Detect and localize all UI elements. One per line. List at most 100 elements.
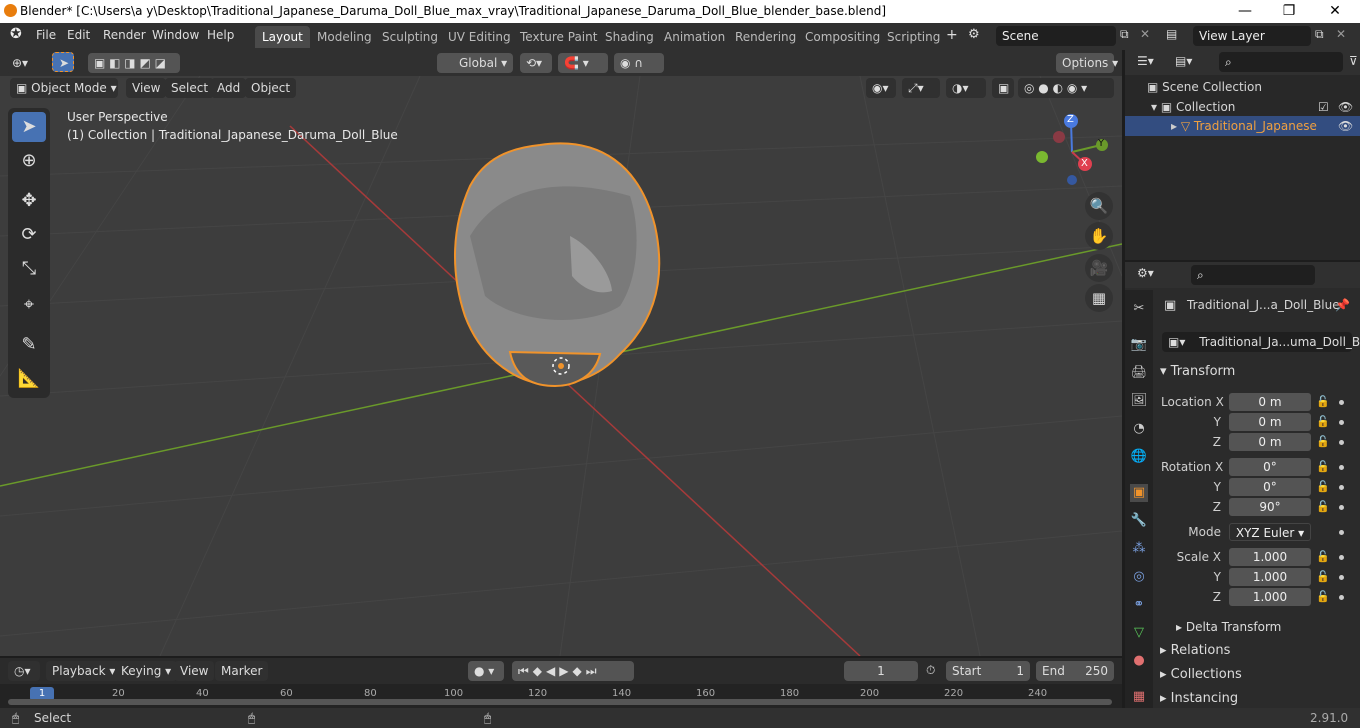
delta-transform-section[interactable]: ▸ Delta Transform bbox=[1176, 620, 1281, 634]
render-tab-icon[interactable]: 📷 bbox=[1130, 336, 1148, 354]
end-frame-field[interactable]: End 250 bbox=[1036, 661, 1114, 681]
rotation-x-field[interactable]: 0° bbox=[1229, 458, 1311, 476]
select-tool-icon[interactable]: ➤ bbox=[12, 112, 46, 142]
playback-controls-icons[interactable]: ⏮◆◀▶◆⏭ bbox=[512, 661, 634, 681]
lock-icon[interactable]: 🔓 bbox=[1316, 415, 1330, 428]
modifier-tab-icon[interactable]: 🔧 bbox=[1130, 512, 1148, 530]
rotate-tool-icon[interactable]: ⟳ bbox=[12, 220, 46, 250]
zoom-icon[interactable]: 🔍 bbox=[1085, 192, 1113, 220]
new-view-layer-icon[interactable]: ⧉ bbox=[1315, 27, 1324, 42]
remove-view-layer-icon[interactable]: ✕ bbox=[1336, 27, 1346, 41]
selection-mode-icons[interactable]: ▣ ◧ ◨ ◩ ◪ bbox=[88, 53, 180, 73]
timeline-editor-icon[interactable]: ◷▾ bbox=[8, 661, 40, 681]
tab-scripting[interactable]: Scripting bbox=[880, 26, 947, 48]
rotation-mode-dropdown[interactable]: XYZ Euler ▾ bbox=[1229, 523, 1311, 541]
remove-scene-icon[interactable]: ✕ bbox=[1140, 27, 1150, 41]
outliner-row-object[interactable]: ▸ ▽ Traditional_Japanese 👁 bbox=[1125, 116, 1360, 136]
3d-viewport[interactable]: User Perspective (1) Collection | Tradit… bbox=[0, 76, 1122, 656]
object-mode-dropdown[interactable]: ▣ Object Mode ▾ bbox=[10, 78, 118, 98]
object-tab-icon[interactable]: ▣ bbox=[1130, 484, 1148, 502]
menu-render[interactable]: Render bbox=[103, 28, 146, 42]
lock-icon[interactable]: 🔓 bbox=[1316, 395, 1330, 408]
properties-search-input[interactable]: ⌕ bbox=[1191, 265, 1315, 285]
xray-icon[interactable]: ▣ bbox=[992, 78, 1014, 98]
tab-uv-editing[interactable]: UV Editing bbox=[441, 26, 518, 48]
tab-compositing[interactable]: Compositing bbox=[798, 26, 887, 48]
scale-x-field[interactable]: 1.000 bbox=[1229, 548, 1311, 566]
properties-editor-icon[interactable]: ⚙▾ bbox=[1137, 266, 1154, 280]
material-tab-icon[interactable]: ● bbox=[1130, 652, 1148, 670]
move-tool-icon[interactable]: ✥ bbox=[12, 186, 46, 216]
scene-icon[interactable]: ⚙ bbox=[968, 27, 980, 42]
overlay-toggle-icon[interactable]: ◑▾ bbox=[946, 78, 986, 98]
minimize-button[interactable]: — bbox=[1222, 0, 1268, 23]
annotate-tool-icon[interactable]: ✎ bbox=[12, 330, 46, 360]
relations-section[interactable]: ▸ Relations bbox=[1160, 643, 1230, 658]
measure-tool-icon[interactable]: 📐 bbox=[12, 364, 46, 394]
scene-tab-icon[interactable]: ◔ bbox=[1130, 420, 1148, 438]
snap-icon[interactable]: 🧲 ▾ bbox=[558, 53, 608, 73]
outliner-row-collection[interactable]: ▾ ▣ Collection ☑ 👁 bbox=[1125, 97, 1360, 117]
rotation-y-field[interactable]: 0° bbox=[1229, 478, 1311, 496]
transform-tool-icon[interactable]: ⌖ bbox=[12, 290, 46, 320]
constraints-tab-icon[interactable]: ⚭ bbox=[1130, 596, 1148, 614]
tab-sculpting[interactable]: Sculpting bbox=[375, 26, 445, 48]
lock-icon[interactable]: 🔓 bbox=[1316, 460, 1330, 473]
view-layer-icon[interactable]: ▤ bbox=[1166, 27, 1177, 41]
record-icon[interactable]: ● ▾ bbox=[468, 661, 504, 681]
view-layer-field[interactable]: View Layer bbox=[1193, 26, 1311, 46]
menu-keying[interactable]: Keying ▾ bbox=[115, 661, 178, 681]
menu-edit[interactable]: Edit bbox=[67, 28, 90, 42]
rotation-z-field[interactable]: 90° bbox=[1229, 498, 1311, 516]
object-datablock-field[interactable]: ▣▾ Traditional_Ja...uma_Doll_Blue bbox=[1162, 332, 1360, 352]
lock-icon[interactable]: 🔓 bbox=[1316, 500, 1330, 513]
texture-tab-icon[interactable]: ▦ bbox=[1130, 688, 1148, 706]
tool-tab-icon[interactable]: ✂ bbox=[1130, 300, 1148, 318]
new-scene-icon[interactable]: ⧉ bbox=[1120, 27, 1129, 42]
menu-file[interactable]: File bbox=[36, 28, 56, 42]
pin-icon[interactable]: 📌 bbox=[1335, 298, 1350, 312]
lock-icon[interactable]: 🔓 bbox=[1316, 590, 1330, 603]
keyframe-dot-icon[interactable] bbox=[1339, 440, 1344, 445]
keyframe-dot-icon[interactable] bbox=[1339, 575, 1344, 580]
keyframe-dot-icon[interactable] bbox=[1339, 465, 1344, 470]
view-layer-tab-icon[interactable]: 🖼 bbox=[1130, 392, 1148, 410]
outliner-editor-icon[interactable]: ☰▾ bbox=[1137, 54, 1154, 68]
scene-field[interactable]: Scene bbox=[996, 26, 1116, 46]
collections-section[interactable]: ▸ Collections bbox=[1160, 667, 1242, 682]
eye-icon[interactable]: 👁 bbox=[1338, 116, 1353, 136]
keyframe-dot-icon[interactable] bbox=[1339, 420, 1344, 425]
tab-rendering[interactable]: Rendering bbox=[728, 26, 803, 48]
lock-icon[interactable]: 🔓 bbox=[1316, 480, 1330, 493]
world-tab-icon[interactable]: 🌐 bbox=[1130, 448, 1148, 466]
visibility-icon[interactable]: ◉▾ bbox=[866, 78, 896, 98]
transform-orientation-dropdown[interactable]: Global ▾ bbox=[437, 53, 513, 73]
lock-icon[interactable]: 🔓 bbox=[1316, 435, 1330, 448]
display-mode-icon[interactable]: ▤▾ bbox=[1175, 54, 1192, 68]
menu-timeline-view[interactable]: View bbox=[174, 661, 215, 681]
keyframe-dot-icon[interactable] bbox=[1339, 595, 1344, 600]
proportional-editing-icon[interactable]: ◉ ∩ bbox=[614, 53, 664, 73]
menu-help[interactable]: Help bbox=[207, 28, 234, 42]
close-window-button[interactable]: ✕ bbox=[1312, 0, 1358, 23]
menu-window[interactable]: Window bbox=[152, 28, 199, 42]
menu-marker[interactable]: Marker bbox=[215, 661, 269, 681]
particles-tab-icon[interactable]: ⁂ bbox=[1130, 540, 1148, 558]
transform-section[interactable]: ▾ Transform bbox=[1160, 364, 1235, 379]
tab-layout[interactable]: Layout bbox=[255, 26, 310, 48]
lock-icon[interactable]: 🔓 bbox=[1316, 570, 1330, 583]
scale-z-field[interactable]: 1.000 bbox=[1229, 588, 1311, 606]
instancing-section[interactable]: ▸ Instancing bbox=[1160, 691, 1238, 706]
gizmo-toggle-icon[interactable]: ⤢▾ bbox=[902, 78, 940, 98]
outliner-row-scene-collection[interactable]: ▣ Scene Collection bbox=[1125, 77, 1360, 97]
tab-animation[interactable]: Animation bbox=[657, 26, 732, 48]
data-tab-icon[interactable]: ▽ bbox=[1130, 624, 1148, 642]
pivot-point-icon[interactable]: ⟲▾ bbox=[520, 53, 552, 73]
menu-object[interactable]: Object bbox=[245, 78, 297, 98]
cursor-tool-icon[interactable]: ⊕ bbox=[12, 146, 46, 176]
checkbox-icon[interactable]: ☑ bbox=[1318, 97, 1329, 117]
blender-menu-icon[interactable]: ✪ bbox=[10, 26, 22, 42]
camera-view-icon[interactable]: 🎥 bbox=[1085, 254, 1113, 282]
lock-icon[interactable]: 🔓 bbox=[1316, 550, 1330, 563]
expand-arrow-icon[interactable]: ▾ bbox=[1151, 100, 1157, 114]
